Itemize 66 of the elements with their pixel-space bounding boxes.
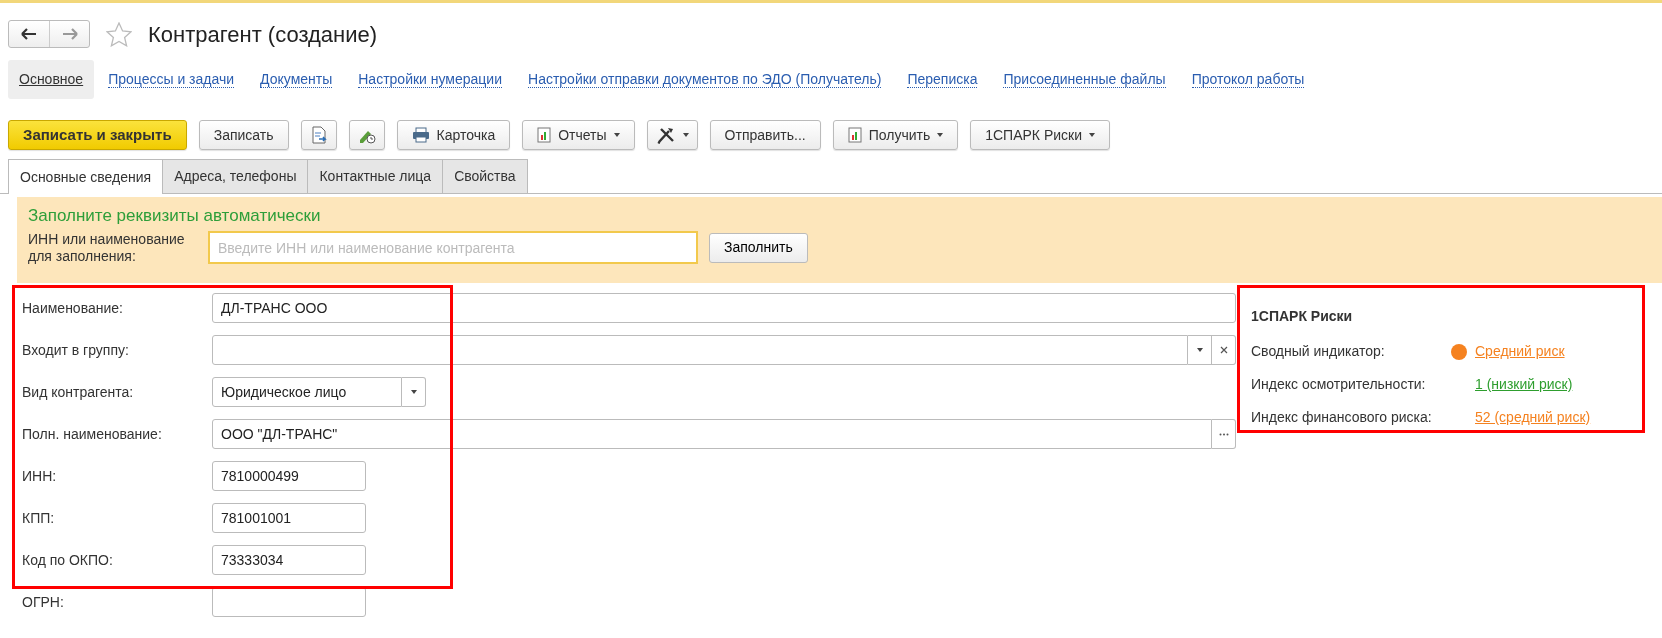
fill-button[interactable]: Заполнить	[709, 232, 808, 263]
nav-link[interactable]: Переписка	[907, 70, 978, 88]
tab[interactable]: Основные сведения	[8, 159, 164, 194]
toolbar-button[interactable]: Записать	[198, 120, 289, 150]
nav-link[interactable]: Протокол работы	[1191, 70, 1305, 88]
input-field[interactable]: 781001001	[212, 503, 366, 533]
window-title: Контрагент (создание)	[148, 20, 378, 49]
input-field[interactable]	[212, 335, 1188, 365]
caret-icon	[682, 133, 689, 137]
toolbar-button[interactable]: Записать и закрыть	[8, 120, 187, 150]
dropdown-field[interactable]: Юридическое лицо	[212, 377, 402, 407]
forward-arrow-icon	[61, 28, 78, 40]
field-label: Входит в группу:	[22, 340, 130, 360]
panel-title: 1СПАРК Риски	[1251, 307, 1354, 326]
toolbar-button[interactable]: Карточка	[396, 120, 511, 150]
caret-icon	[410, 390, 417, 394]
toolbar-button[interactable]: Получить	[832, 120, 959, 150]
tools-icon	[655, 126, 676, 144]
nav-link[interactable]: Настройки отправки документов по ЭДО (Получатель)	[528, 70, 882, 88]
autofill-title: Заполните реквизиты автоматически	[28, 205, 322, 227]
field-label: ОГРН:	[22, 592, 65, 612]
tab[interactable]: Контактные лица	[307, 159, 444, 193]
field-label: КПП:	[22, 508, 56, 528]
chart-document-icon	[847, 127, 862, 143]
document-arrow-icon	[309, 126, 328, 144]
field-label: Наименование:	[22, 298, 124, 318]
caret-icon	[1196, 348, 1203, 352]
field-label: ИНН:	[22, 466, 58, 486]
field-label: Индекс финансового риска:	[1251, 408, 1433, 427]
field-label: ИНН или наименование для заполнения:	[28, 230, 186, 265]
nav-link[interactable]: Процессы и задачи	[108, 70, 235, 88]
search-field[interactable]: Введите ИНН или наименование контрагента	[208, 231, 698, 264]
nav-link[interactable]: Настройки нумерации	[358, 70, 502, 88]
clear-button[interactable]	[1212, 335, 1236, 365]
caret-icon	[937, 133, 944, 137]
chart-document-icon	[537, 127, 552, 143]
input-field[interactable]: ООО "ДЛ-ТРАНС"	[212, 419, 1212, 449]
dropdown-button[interactable]	[1188, 335, 1212, 365]
back-arrow-icon	[21, 28, 37, 40]
nav-link[interactable]: Документы	[260, 70, 333, 88]
nav-link[interactable]: Основное	[8, 59, 95, 99]
toolbar-button[interactable]: Отправить...	[709, 120, 821, 150]
field-label: Индекс осмотрительности:	[1251, 375, 1427, 394]
caret-icon	[1089, 133, 1095, 137]
field-label: Полн. наименование:	[22, 424, 163, 444]
star-icon[interactable]	[106, 21, 132, 47]
nav-link[interactable]: Присоединенные файлы	[1003, 70, 1166, 88]
tab[interactable]: Свойства	[442, 159, 528, 193]
input-field[interactable]: 73333034	[212, 545, 366, 575]
dropdown-button[interactable]	[402, 377, 426, 407]
field-label: Сводный индикатор:	[1251, 342, 1386, 361]
clear-icon	[1219, 346, 1228, 354]
field-label: Вид контрагента:	[22, 382, 135, 402]
input-field[interactable]	[212, 587, 366, 617]
caret-icon	[613, 133, 620, 137]
toolbar-button[interactable]: 1СПАРК Риски	[970, 120, 1110, 150]
input-field[interactable]: ДЛ-ТРАНС ООО	[212, 293, 1236, 323]
field-label: Код по ОКПО:	[22, 550, 114, 570]
select-button[interactable]	[1212, 419, 1236, 449]
risk-link[interactable]: 1 (низкий риск)	[1475, 374, 1573, 395]
icon-button[interactable]	[646, 120, 698, 150]
tab[interactable]: Адреса, телефоны	[162, 159, 309, 193]
input-field[interactable]: 7810000499	[212, 461, 366, 491]
toolbar-button[interactable]: Отчеты	[522, 120, 635, 150]
ellipsis-icon	[1218, 432, 1229, 436]
printer-icon	[411, 127, 430, 143]
